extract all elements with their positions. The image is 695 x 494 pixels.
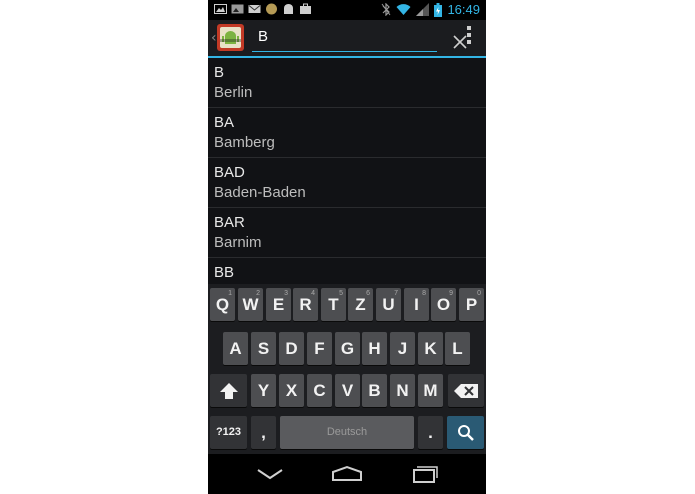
action-bar: ‹ B (208, 20, 486, 56)
notification-icons (214, 3, 312, 15)
key-s[interactable]: S (251, 332, 276, 365)
overflow-dot (467, 26, 471, 30)
home-icon[interactable] (327, 462, 367, 486)
key-h[interactable]: H (362, 332, 387, 365)
search-icon (457, 425, 474, 441)
search-key[interactable] (447, 416, 484, 449)
key-k[interactable]: K (418, 332, 443, 365)
mail-icon (248, 5, 261, 13)
symbols-key[interactable]: ?123 (210, 416, 247, 449)
key-hint: 0 (477, 290, 481, 297)
key-hint: 7 (394, 290, 398, 297)
district-name: Barnim (214, 234, 262, 251)
key-w[interactable]: W2 (238, 288, 263, 321)
key-i[interactable]: I8 (404, 288, 429, 321)
plate-code: BB (214, 264, 235, 281)
key-hint: 4 (311, 290, 315, 297)
key-l[interactable]: L (445, 332, 470, 365)
search-query[interactable]: B (258, 28, 268, 45)
navigation-bar (208, 454, 486, 494)
key-j[interactable]: J (390, 332, 415, 365)
list-item[interactable]: BAR Barnim (208, 208, 486, 258)
key-label: E (272, 295, 285, 314)
app-logo-inner (220, 27, 241, 48)
plate-code: BA (214, 114, 235, 131)
key-c[interactable]: C (307, 374, 332, 407)
key-y[interactable]: Y (251, 374, 276, 407)
key-v[interactable]: V (335, 374, 360, 407)
key-u[interactable]: U7 (376, 288, 401, 321)
key-hint: 8 (422, 290, 426, 297)
district-name: Bamberg (214, 134, 275, 151)
plate-code: BAR (214, 214, 245, 231)
key-label: R (299, 295, 312, 314)
image-icon (231, 4, 244, 14)
list-item[interactable]: BB (208, 258, 486, 284)
space-key[interactable]: Deutsch (280, 416, 414, 449)
up-navigation-icon[interactable]: ‹ (211, 30, 217, 46)
back-icon[interactable] (250, 462, 290, 486)
key-q[interactable]: Q1 (210, 288, 235, 321)
key-hint: 3 (284, 290, 288, 297)
soft-keyboard: Q1 W2 E3 R4 T5 Z6 U7 I8 O9 P0 A S D F G … (208, 284, 486, 454)
key-hint: 2 (256, 290, 260, 297)
key-label: I (414, 295, 419, 314)
key-label: T (328, 295, 339, 314)
key-hint: 9 (449, 290, 453, 297)
app-logo-icon[interactable] (217, 24, 244, 51)
battery-icon (434, 2, 443, 17)
status-bar: 16:49 (208, 0, 486, 20)
wifi-icon (396, 4, 411, 15)
plate-code: BAD (214, 164, 245, 181)
recent-apps-icon[interactable] (404, 462, 444, 486)
key-label: P (465, 295, 478, 314)
system-status-icons: 16:49 (381, 2, 480, 17)
district-name: Baden-Baden (214, 184, 306, 201)
key-t[interactable]: T5 (321, 288, 346, 321)
android-robot-icon (220, 31, 241, 44)
key-a[interactable]: A (223, 332, 248, 365)
key-hint: 6 (366, 290, 370, 297)
key-o[interactable]: O9 (431, 288, 456, 321)
key-f[interactable]: F (307, 332, 332, 365)
key-z[interactable]: Z6 (348, 288, 373, 321)
key-label: Z (355, 295, 366, 314)
key-r[interactable]: R4 (293, 288, 318, 321)
overflow-menu-icon[interactable] (464, 26, 474, 50)
shift-icon (219, 383, 238, 399)
picture-icon (214, 4, 227, 14)
shift-key[interactable] (210, 374, 247, 407)
key-hint: 5 (339, 290, 343, 297)
backspace-key[interactable] (448, 374, 484, 407)
key-label: U (382, 295, 395, 314)
overflow-dot (467, 40, 471, 44)
key-d[interactable]: D (279, 332, 304, 365)
bluetooth-off-icon (382, 3, 391, 16)
list-item[interactable]: B Berlin (208, 58, 486, 108)
plate-code: B (214, 64, 225, 81)
clock: 16:49 (447, 2, 480, 17)
key-m[interactable]: M (418, 374, 443, 407)
android-icon (284, 4, 293, 14)
results-list: B Berlin BA Bamberg BAD Baden-Baden BAR … (208, 58, 486, 284)
search-input[interactable]: B (252, 25, 467, 52)
signal-icon (416, 3, 430, 16)
briefcase-icon (300, 3, 311, 14)
backspace-icon (454, 384, 478, 398)
cookie-icon (266, 3, 277, 15)
overflow-dot (467, 33, 471, 37)
list-item[interactable]: BA Bamberg (208, 108, 486, 158)
key-g[interactable]: G (335, 332, 360, 365)
key-x[interactable]: X (279, 374, 304, 407)
key-p[interactable]: P0 (459, 288, 484, 321)
period-key[interactable]: . (418, 416, 443, 449)
key-n[interactable]: N (390, 374, 415, 407)
phone-screen: 16:49 ‹ B B Berlin BA Bamberg BAD Baden-… (208, 0, 486, 494)
key-e[interactable]: E3 (266, 288, 291, 321)
list-item[interactable]: BAD Baden-Baden (208, 158, 486, 208)
district-name: Berlin (214, 84, 253, 101)
key-b[interactable]: B (362, 374, 387, 407)
comma-key[interactable]: , (251, 416, 276, 449)
key-hint: 1 (228, 290, 232, 297)
